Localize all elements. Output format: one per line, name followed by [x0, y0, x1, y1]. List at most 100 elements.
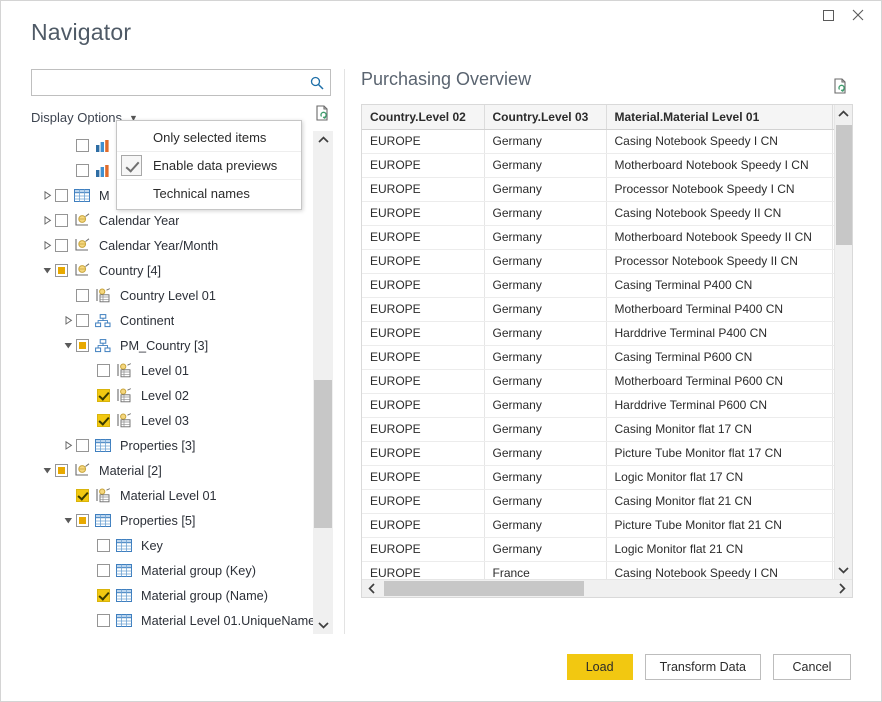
tree-item[interactable]: Material Level 01 — [31, 483, 313, 508]
tree-item[interactable]: Material group (Name) — [31, 583, 313, 608]
tree-item[interactable]: Calendar Year/Month — [31, 233, 313, 258]
tree-vertical-scrollbar[interactable] — [313, 131, 333, 634]
chevron-collapsed-icon[interactable] — [39, 216, 55, 225]
tree-item[interactable]: Calendar Year — [31, 208, 313, 233]
chevron-collapsed-icon[interactable] — [60, 316, 76, 325]
grid-horizontal-scrollbar[interactable] — [362, 579, 852, 597]
tree-item-label: Country Level 01 — [120, 289, 216, 303]
tree-item[interactable]: Properties [5] — [31, 508, 313, 533]
table-cell: Germany — [484, 537, 606, 561]
maximize-button[interactable] — [813, 1, 843, 29]
chevron-expanded-icon[interactable] — [39, 466, 55, 475]
menu-item[interactable]: Enable data previews — [117, 151, 301, 179]
table-icon — [74, 188, 92, 204]
tree-item[interactable]: Properties [3] — [31, 433, 313, 458]
tree-item-checkbox[interactable] — [55, 264, 68, 277]
tree-item-checkbox[interactable] — [97, 539, 110, 552]
table-cell: EUROPE — [362, 153, 484, 177]
tree-item-checkbox[interactable] — [76, 514, 89, 527]
column-header[interactable]: Country.Level 03 — [484, 105, 606, 129]
table-row: EUROPEGermanyCasing Notebook Speedy I CN — [362, 129, 834, 153]
tree-scroll-thumb[interactable] — [314, 380, 332, 528]
search-input[interactable] — [38, 71, 308, 94]
tree-item-checkbox[interactable] — [76, 164, 89, 177]
tree-item[interactable]: PM_Country [3] — [31, 333, 313, 358]
tree-item-checkbox[interactable] — [97, 364, 110, 377]
tree-item[interactable]: Country Level 01 — [31, 283, 313, 308]
table-cell: Germany — [484, 369, 606, 393]
table-icon — [116, 613, 134, 629]
chevron-expanded-icon[interactable] — [60, 516, 76, 525]
table-cell: Motherboard Terminal P400 CN — [606, 297, 832, 321]
column-header[interactable]: Material.Material Level 01 — [606, 105, 832, 129]
tree-item-checkbox[interactable] — [76, 339, 89, 352]
close-button[interactable] — [843, 1, 873, 29]
table-cell: EUROPE — [362, 321, 484, 345]
menu-item[interactable]: Technical names — [117, 179, 301, 207]
grid-scroll-left-icon[interactable] — [362, 583, 382, 594]
page-title: Navigator — [31, 19, 131, 46]
table-cell: Casing Notebook Speedy I CN — [606, 129, 832, 153]
cancel-button[interactable]: Cancel — [773, 654, 851, 680]
chevron-expanded-icon[interactable] — [39, 266, 55, 275]
search-icon — [308, 74, 326, 92]
tree-item-label: Properties [5] — [120, 514, 195, 528]
table-icon — [116, 538, 134, 554]
transform-data-button[interactable]: Transform Data — [645, 654, 761, 680]
tree-item-checkbox[interactable] — [55, 239, 68, 252]
grid-vertical-scrollbar[interactable] — [834, 105, 852, 579]
table-cell: EUROPE — [362, 225, 484, 249]
table-cell: Motherboard Notebook Speedy I CN — [606, 153, 832, 177]
tree-item-checkbox[interactable] — [97, 389, 110, 402]
refresh-preview-icon[interactable] — [313, 104, 333, 124]
display-options-menu[interactable]: Only selected itemsEnable data previewsT… — [116, 120, 302, 210]
grid-scroll-up-icon[interactable] — [835, 105, 852, 123]
chevron-collapsed-icon[interactable] — [39, 241, 55, 250]
table-cell: EUROPE — [362, 177, 484, 201]
preview-refresh-icon[interactable] — [831, 77, 851, 97]
table-cell: Casing Monitor flat 17 CN — [606, 417, 832, 441]
grid-scroll-down-icon[interactable] — [835, 561, 852, 579]
window-titlebar — [1, 1, 881, 33]
tree-item[interactable]: Level 01 — [31, 358, 313, 383]
grid-hscroll-thumb[interactable] — [384, 581, 584, 596]
grid-scroll-right-icon[interactable] — [832, 580, 852, 597]
tree-item[interactable]: Level 02 — [31, 383, 313, 408]
tree-item[interactable]: Key — [31, 533, 313, 558]
tree-item-checkbox[interactable] — [76, 489, 89, 502]
tree-item[interactable]: Continent — [31, 308, 313, 333]
table-cell: Motherboard Terminal P600 CN — [606, 369, 832, 393]
tree-item-checkbox[interactable] — [55, 464, 68, 477]
menu-item[interactable]: Only selected items — [117, 123, 301, 151]
column-header[interactable]: Country.Level 02 — [362, 105, 484, 129]
scroll-up-icon[interactable] — [313, 131, 333, 149]
table-cell: Logic Monitor flat 21 CN — [606, 537, 832, 561]
table-row: EUROPEGermanyCasing Notebook Speedy II C… — [362, 201, 834, 225]
display-options-label[interactable]: Display Options — [31, 110, 122, 125]
load-button[interactable]: Load — [567, 654, 633, 680]
tree-item[interactable]: Material [2] — [31, 458, 313, 483]
tree-item-checkbox[interactable] — [97, 564, 110, 577]
search-box[interactable] — [31, 69, 331, 96]
tree-item[interactable]: Country [4] — [31, 258, 313, 283]
tree-item-checkbox[interactable] — [55, 189, 68, 202]
table-cell: EUROPE — [362, 537, 484, 561]
tree-item[interactable]: Material Level 01.UniqueName — [31, 608, 313, 633]
tree-item-checkbox[interactable] — [76, 139, 89, 152]
tree-item-checkbox[interactable] — [55, 214, 68, 227]
table-row: EUROPEGermanyLogic Monitor flat 21 CN — [362, 537, 834, 561]
tree-item-checkbox[interactable] — [76, 439, 89, 452]
chevron-expanded-icon[interactable] — [60, 341, 76, 350]
tree-item-checkbox[interactable] — [97, 414, 110, 427]
chevron-collapsed-icon[interactable] — [39, 191, 55, 200]
tree-item-checkbox[interactable] — [76, 314, 89, 327]
tree-item[interactable]: Material group (Key) — [31, 558, 313, 583]
table-row: EUROPEGermanyMotherboard Terminal P400 C… — [362, 297, 834, 321]
scroll-down-icon[interactable] — [313, 616, 333, 634]
tree-item-checkbox[interactable] — [97, 614, 110, 627]
tree-item-checkbox[interactable] — [97, 589, 110, 602]
tree-item-checkbox[interactable] — [76, 289, 89, 302]
tree-item[interactable]: Level 03 — [31, 408, 313, 433]
grid-scroll-thumb[interactable] — [836, 125, 852, 245]
chevron-collapsed-icon[interactable] — [60, 441, 76, 450]
